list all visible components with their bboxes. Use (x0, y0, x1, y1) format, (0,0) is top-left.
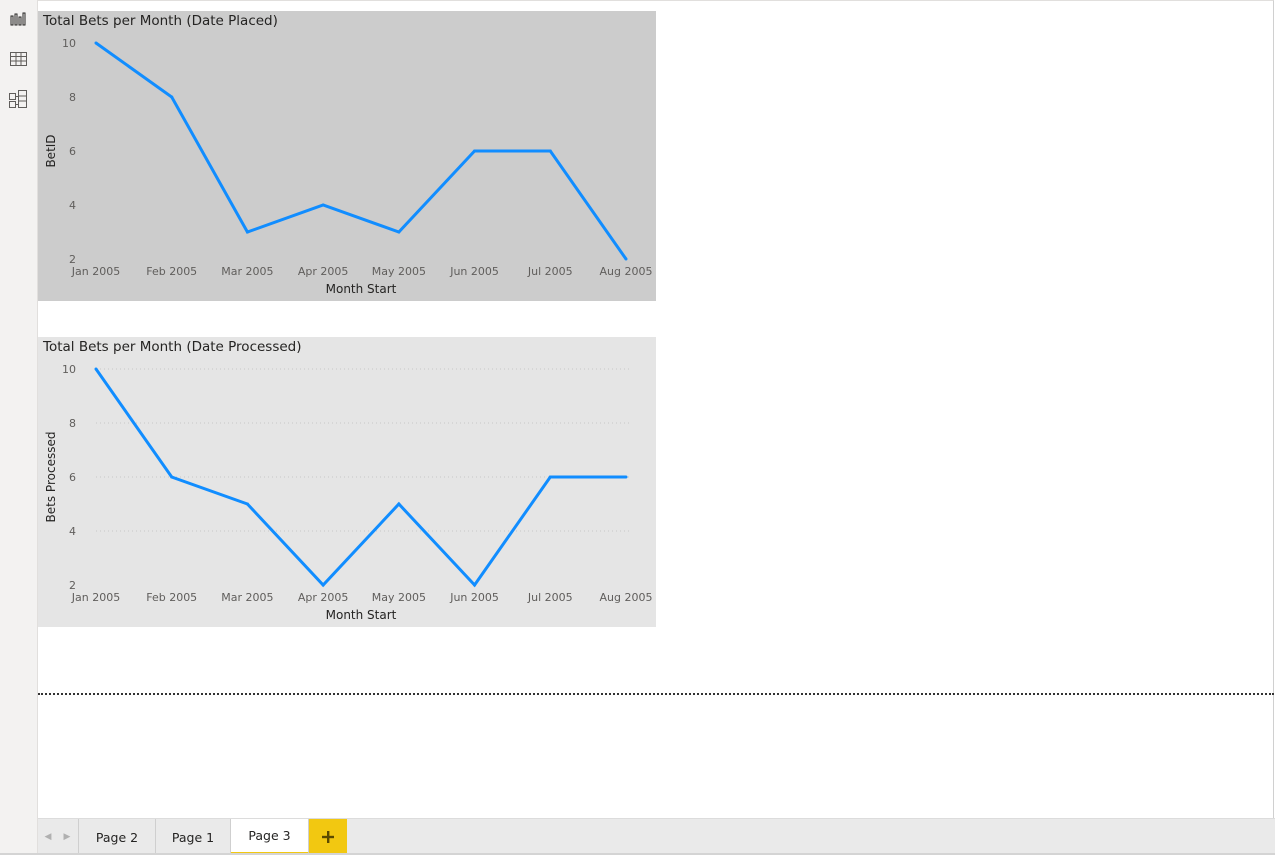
x-tick-label: Jul 2005 (527, 591, 573, 604)
data-point[interactable] (397, 502, 401, 506)
data-point[interactable] (473, 583, 477, 587)
tab-page-2[interactable]: Page 2 (78, 819, 156, 855)
chart-title: Total Bets per Month (Date Processed) (42, 339, 302, 355)
y-tick-label: 8 (69, 417, 76, 430)
chart-background (38, 11, 656, 301)
chart-background (38, 337, 656, 627)
chart-title: Total Bets per Month (Date Placed) (42, 13, 278, 29)
data-point[interactable] (170, 95, 174, 99)
y-tick-label: 4 (69, 199, 76, 212)
y-tick-label: 10 (62, 363, 76, 376)
x-tick-label: Aug 2005 (600, 591, 653, 604)
y-tick-label: 6 (69, 145, 76, 158)
tab-page-3[interactable]: Page 3 (231, 819, 309, 855)
x-tick-label: Jan 2005 (71, 591, 120, 604)
data-point[interactable] (397, 230, 401, 234)
data-point[interactable] (548, 475, 552, 479)
chart-svg-processed: Total Bets per Month (Date Processed) 10 8… (38, 337, 656, 627)
scroll-right-icon[interactable]: ▶ (57, 819, 77, 855)
add-page-button[interactable] (309, 819, 347, 855)
line-chart-date-processed[interactable]: Total Bets per Month (Date Processed) 10 8… (38, 337, 656, 627)
y-tick-label: 8 (69, 91, 76, 104)
data-point[interactable] (624, 257, 628, 261)
x-tick-label: Feb 2005 (146, 265, 197, 278)
x-tick-label: Jun 2005 (449, 265, 499, 278)
data-view-icon[interactable] (6, 47, 30, 71)
x-tick-label: Jul 2005 (527, 265, 573, 278)
y-axis-title: Bets Processed (44, 432, 58, 523)
report-canvas: Total Bets per Month (Date Placed) 10 8 6 4 2… (38, 0, 1274, 819)
data-point[interactable] (170, 475, 174, 479)
model-view-icon[interactable] (6, 87, 30, 111)
x-tick-label: Aug 2005 (600, 265, 653, 278)
x-tick-label: Apr 2005 (298, 591, 349, 604)
scroll-left-icon[interactable]: ◀ (38, 819, 58, 855)
view-rail (0, 0, 38, 855)
data-point[interactable] (473, 149, 477, 153)
plus-icon (322, 828, 334, 847)
x-axis-title: Month Start (326, 608, 397, 622)
data-point[interactable] (245, 230, 249, 234)
report-view-icon[interactable] (6, 7, 30, 31)
page-break-line (38, 693, 1274, 695)
data-point[interactable] (624, 475, 628, 479)
tab-page-1[interactable]: Page 1 (156, 819, 231, 855)
x-tick-label: May 2005 (372, 591, 426, 604)
y-tick-label: 10 (62, 37, 76, 50)
x-tick-label: Mar 2005 (221, 265, 273, 278)
data-point[interactable] (94, 367, 98, 371)
x-tick-label: May 2005 (372, 265, 426, 278)
data-point[interactable] (548, 149, 552, 153)
x-tick-label: Apr 2005 (298, 265, 349, 278)
line-chart-date-placed[interactable]: Total Bets per Month (Date Placed) 10 8 6 4 2… (38, 11, 656, 301)
page-tab-bar: ◀ ▶ Page 2 Page 1 Page 3 (38, 818, 1275, 855)
x-tick-label: Mar 2005 (221, 591, 273, 604)
data-point[interactable] (245, 502, 249, 506)
x-tick-label: Jan 2005 (71, 265, 120, 278)
data-point[interactable] (94, 41, 98, 45)
data-point[interactable] (321, 583, 325, 587)
y-tick-label: 4 (69, 525, 76, 538)
data-point[interactable] (321, 203, 325, 207)
y-tick-label: 6 (69, 471, 76, 484)
chart-svg-placed: Total Bets per Month (Date Placed)108642… (38, 11, 656, 301)
x-tick-label: Jun 2005 (449, 591, 499, 604)
x-tick-label: Feb 2005 (146, 591, 197, 604)
y-axis-title: BetID (44, 134, 58, 167)
x-axis-title: Month Start (326, 282, 397, 296)
